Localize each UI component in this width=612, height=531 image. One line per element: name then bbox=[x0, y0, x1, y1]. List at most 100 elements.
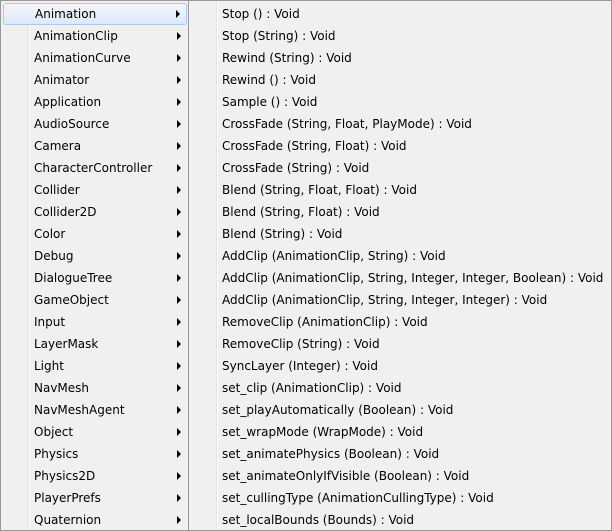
menu-item-charactercontroller[interactable]: CharacterController bbox=[3, 157, 187, 179]
chevron-right-icon bbox=[177, 32, 181, 40]
chevron-right-icon bbox=[177, 318, 181, 326]
method-item-24[interactable]: set_localBounds (Bounds) : Void bbox=[191, 509, 609, 530]
menu-item-label: AnimationClip bbox=[34, 29, 118, 43]
method-item-20[interactable]: set_wrapMode (WrapMode) : Void bbox=[191, 421, 609, 443]
method-item-7[interactable]: CrossFade (String, Float) : Void bbox=[191, 135, 609, 157]
method-item-23[interactable]: set_cullingType (AnimationCullingType) :… bbox=[191, 487, 609, 509]
method-item-label: set_wrapMode (WrapMode) : Void bbox=[222, 425, 424, 439]
chevron-right-icon bbox=[177, 252, 181, 260]
chevron-right-icon bbox=[177, 230, 181, 238]
method-item-19[interactable]: set_playAutomatically (Boolean) : Void bbox=[191, 399, 609, 421]
menu-item-debug[interactable]: Debug bbox=[3, 245, 187, 267]
menu-item-label: Object bbox=[34, 425, 74, 439]
method-item-22[interactable]: set_animateOnlyIfVisible (Boolean) : Voi… bbox=[191, 465, 609, 487]
menu-item-physics[interactable]: Physics bbox=[3, 443, 187, 465]
menu-item-quaternion[interactable]: Quaternion bbox=[3, 509, 187, 530]
menu-item-collider2d[interactable]: Collider2D bbox=[3, 201, 187, 223]
method-item-label: set_playAutomatically (Boolean) : Void bbox=[222, 403, 454, 417]
method-item-15[interactable]: RemoveClip (AnimationClip) : Void bbox=[191, 311, 609, 333]
method-item-label: set_cullingType (AnimationCullingType) :… bbox=[222, 491, 494, 505]
chevron-right-icon bbox=[177, 428, 181, 436]
method-item-label: Blend (String) : Void bbox=[222, 227, 343, 241]
method-item-14[interactable]: AddClip (AnimationClip, String, Integer,… bbox=[191, 289, 609, 311]
menu-item-label: AudioSource bbox=[34, 117, 110, 131]
method-item-21[interactable]: set_animatePhysics (Boolean) : Void bbox=[191, 443, 609, 465]
menu-item-navmesh[interactable]: NavMesh bbox=[3, 377, 187, 399]
chevron-right-icon bbox=[177, 472, 181, 480]
menu-item-label: LayerMask bbox=[34, 337, 99, 351]
menu-item-label: NavMeshAgent bbox=[34, 403, 125, 417]
menu-item-layermask[interactable]: LayerMask bbox=[3, 333, 187, 355]
chevron-right-icon bbox=[177, 494, 181, 502]
method-item-label: Stop () : Void bbox=[222, 7, 300, 21]
method-item-6[interactable]: CrossFade (String, Float, PlayMode) : Vo… bbox=[191, 113, 609, 135]
chevron-right-icon bbox=[177, 406, 181, 414]
method-item-18[interactable]: set_clip (AnimationClip) : Void bbox=[191, 377, 609, 399]
menu-item-label: Quaternion bbox=[34, 513, 102, 527]
method-item-3[interactable]: Rewind (String) : Void bbox=[191, 47, 609, 69]
method-item-label: CrossFade (String, Float, PlayMode) : Vo… bbox=[222, 117, 472, 131]
chevron-right-icon bbox=[177, 384, 181, 392]
menu-item-audiosource[interactable]: AudioSource bbox=[3, 113, 187, 135]
method-item-5[interactable]: Sample () : Void bbox=[191, 91, 609, 113]
menu-item-label: Collider2D bbox=[34, 205, 97, 219]
method-item-label: Blend (String, Float) : Void bbox=[222, 205, 380, 219]
chevron-right-icon bbox=[177, 120, 181, 128]
method-item-13[interactable]: AddClip (AnimationClip, String, Integer,… bbox=[191, 267, 609, 289]
menu-item-application[interactable]: Application bbox=[3, 91, 187, 113]
menu-item-animationcurve[interactable]: AnimationCurve bbox=[3, 47, 187, 69]
method-item-11[interactable]: Blend (String) : Void bbox=[191, 223, 609, 245]
menu-item-light[interactable]: Light bbox=[3, 355, 187, 377]
method-item-label: AddClip (AnimationClip, String) : Void bbox=[222, 249, 446, 263]
method-item-12[interactable]: AddClip (AnimationClip, String) : Void bbox=[191, 245, 609, 267]
method-item-4[interactable]: Rewind () : Void bbox=[191, 69, 609, 91]
method-item-10[interactable]: Blend (String, Float) : Void bbox=[191, 201, 609, 223]
method-item-2[interactable]: Stop (String) : Void bbox=[191, 25, 609, 47]
menu-item-dialoguetree[interactable]: DialogueTree bbox=[3, 267, 187, 289]
menu-item-animationclip[interactable]: AnimationClip bbox=[3, 25, 187, 47]
menu-item-physics2d[interactable]: Physics2D bbox=[3, 465, 187, 487]
menu-item-label: Collider bbox=[34, 183, 80, 197]
menu-item-label: DialogueTree bbox=[34, 271, 113, 285]
menu-item-object[interactable]: Object bbox=[3, 421, 187, 443]
method-item-1[interactable]: Stop () : Void bbox=[191, 3, 609, 25]
method-item-16[interactable]: RemoveClip (String) : Void bbox=[191, 333, 609, 355]
method-item-label: AddClip (AnimationClip, String, Integer,… bbox=[222, 271, 604, 285]
menu-item-label: AnimationCurve bbox=[34, 51, 131, 65]
chevron-right-icon bbox=[177, 208, 181, 216]
menu-item-gameobject[interactable]: GameObject bbox=[3, 289, 187, 311]
method-item-label: AddClip (AnimationClip, String, Integer,… bbox=[222, 293, 548, 307]
chevron-right-icon bbox=[177, 516, 181, 524]
menu-item-label: Debug bbox=[34, 249, 74, 263]
method-submenu: Stop () : Void Stop (String) : Void Rewind… bbox=[188, 0, 612, 531]
chevron-right-icon bbox=[177, 274, 181, 282]
menu-item-camera[interactable]: Camera bbox=[3, 135, 187, 157]
menu-item-playerprefs[interactable]: PlayerPrefs bbox=[3, 487, 187, 509]
method-item-label: Blend (String, Float, Float) : Void bbox=[222, 183, 417, 197]
chevron-right-icon bbox=[177, 340, 181, 348]
menu-item-label: Animator bbox=[34, 73, 90, 87]
method-item-label: Stop (String) : Void bbox=[222, 29, 336, 43]
class-menu: Animation AnimationClip AnimationCurve Anim… bbox=[0, 0, 190, 531]
method-item-9[interactable]: Blend (String, Float, Float) : Void bbox=[191, 179, 609, 201]
menu-item-label: GameObject bbox=[34, 293, 109, 307]
menu-item-color[interactable]: Color bbox=[3, 223, 187, 245]
menu-item-label: Camera bbox=[34, 139, 82, 153]
menu-item-animator[interactable]: Animator bbox=[3, 69, 187, 91]
chevron-right-icon bbox=[177, 362, 181, 370]
method-item-17[interactable]: SyncLayer (Integer) : Void bbox=[191, 355, 609, 377]
method-item-label: Rewind (String) : Void bbox=[222, 51, 352, 65]
chevron-right-icon bbox=[177, 186, 181, 194]
menu-item-animation[interactable]: Animation bbox=[3, 3, 187, 25]
menu-item-label: Physics bbox=[34, 447, 79, 461]
menu-item-navmeshagent[interactable]: NavMeshAgent bbox=[3, 399, 187, 421]
menu-item-input[interactable]: Input bbox=[3, 311, 187, 333]
method-item-label: set_animatePhysics (Boolean) : Void bbox=[222, 447, 440, 461]
method-item-8[interactable]: CrossFade (String) : Void bbox=[191, 157, 609, 179]
method-item-label: Sample () : Void bbox=[222, 95, 318, 109]
chevron-right-icon bbox=[177, 98, 181, 106]
menu-item-label: Input bbox=[34, 315, 66, 329]
menu-item-collider[interactable]: Collider bbox=[3, 179, 187, 201]
chevron-right-icon bbox=[176, 10, 180, 18]
chevron-right-icon bbox=[177, 142, 181, 150]
